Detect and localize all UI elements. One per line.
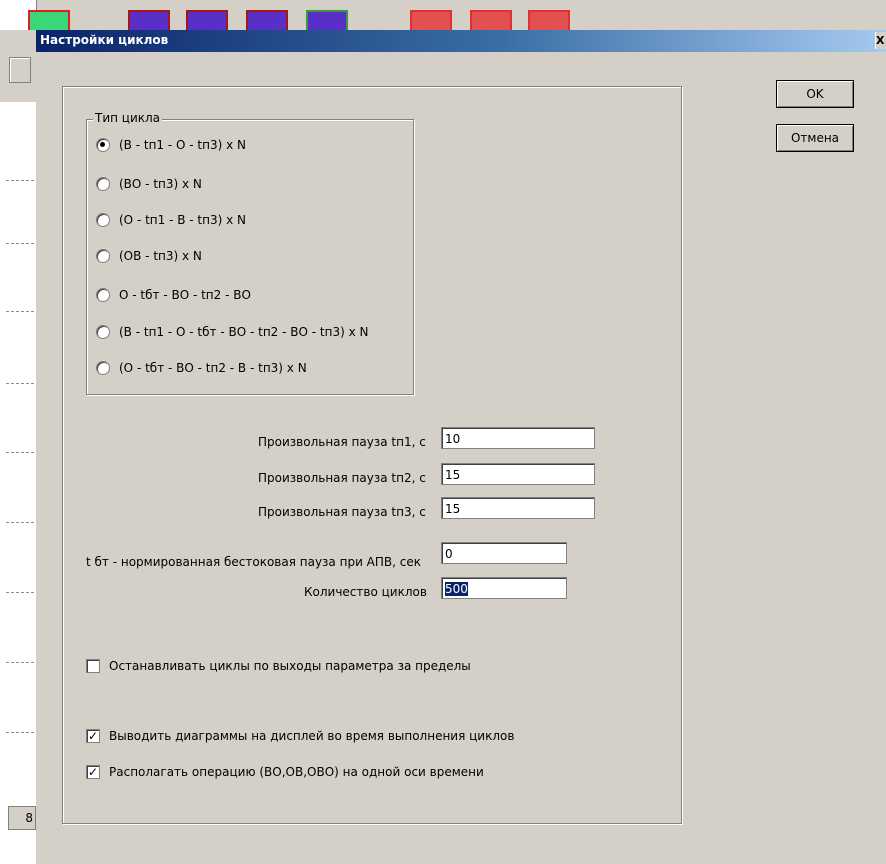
cycle-count-input[interactable]: 500 — [441, 577, 567, 599]
cycle-type-option-label: (О - tп1 - В - tп3) х N — [119, 213, 246, 227]
cycle-count-label: Количество циклов — [304, 585, 427, 599]
close-icon[interactable]: X — [875, 32, 886, 49]
cycle-type-option-3[interactable]: (О - tп1 - В - tп3) х N — [96, 211, 246, 229]
cycle-type-option-7[interactable]: (О - tбт - ВО - tп2 - В - tп3) х N — [96, 359, 307, 377]
pause1-label: Произвольная пауза tп1, с — [258, 435, 426, 449]
single-time-axis-label: Располагать операцию (ВО,ОВ,ОВО) на одно… — [109, 765, 484, 779]
pause2-input[interactable]: 15 — [441, 463, 595, 485]
cycle-type-option-label: (В - tп1 - О - tбт - ВО - tп2 - ВО - tп3… — [119, 325, 369, 339]
dialog-titlebar[interactable]: Настройки циклов X — [36, 30, 886, 52]
grid-line — [6, 243, 34, 244]
grid-line — [6, 383, 34, 384]
checkbox-unchecked-icon[interactable] — [86, 659, 100, 673]
toolbar-red-button-3[interactable] — [528, 10, 570, 30]
grid-line — [6, 522, 34, 523]
cycle-type-option-label: (ОВ - tп3) х N — [119, 249, 202, 263]
radio-icon[interactable] — [96, 213, 110, 227]
radio-selected-icon[interactable] — [96, 138, 110, 152]
pause3-label: Произвольная пауза tп3, с — [258, 505, 426, 519]
grid-line — [6, 732, 34, 733]
cycle-type-option-6[interactable]: (В - tп1 - О - tбт - ВО - tп2 - ВО - tп3… — [96, 323, 368, 341]
cycle-type-label: Тип цикла — [93, 111, 163, 125]
cycle-type-option-label: О - tбт - ВО - tп2 - ВО — [119, 288, 251, 302]
show-diagrams-label: Выводить диаграммы на дисплей во время в… — [109, 729, 515, 743]
stop-on-limit-checkbox-row[interactable]: Останавливать циклы по выходы параметра … — [86, 657, 471, 675]
cycle-type-option-4[interactable]: (ОВ - tп3) х N — [96, 247, 202, 265]
cycle-type-option-1[interactable]: (В - tп1 - О - tп3) х N — [96, 136, 246, 154]
cycle-type-option-2[interactable]: (ВО - tп3) х N — [96, 175, 202, 193]
toolbar-green-button[interactable] — [28, 10, 70, 30]
dialog-title: Настройки циклов — [40, 33, 169, 47]
show-diagrams-checkbox-row[interactable]: ✓ Выводить диаграммы на дисплей во время… — [86, 727, 514, 745]
toolbar-teal-button[interactable] — [306, 10, 348, 30]
single-time-axis-checkbox-row[interactable]: ✓ Располагать операцию (ВО,ОВ,ОВО) на од… — [86, 763, 484, 781]
dead-pause-label: t бт - нормированная бестоковая пауза пр… — [86, 555, 421, 569]
radio-icon[interactable] — [96, 288, 110, 302]
checkbox-checked-icon[interactable]: ✓ — [86, 729, 100, 743]
app-small-frame — [9, 57, 31, 83]
pause3-input[interactable]: 15 — [441, 497, 595, 519]
cycle-type-option-label: (О - tбт - ВО - tп2 - В - tп3) х N — [119, 361, 307, 375]
cycle-type-option-label: (В - tп1 - О - tп3) х N — [119, 138, 246, 152]
grid-line — [6, 452, 34, 453]
cycle-count-value: 500 — [445, 582, 468, 596]
toolbar-purple-button-1[interactable] — [128, 10, 170, 30]
stop-on-limit-label: Останавливать циклы по выходы параметра … — [109, 659, 471, 673]
radio-icon[interactable] — [96, 249, 110, 263]
radio-icon[interactable] — [96, 361, 110, 375]
cycle-type-option-label: (ВО - tп3) х N — [119, 177, 202, 191]
dead-pause-input[interactable]: 0 — [441, 542, 567, 564]
cancel-button[interactable]: Отмена — [776, 124, 854, 152]
app-bottom-tab-label: 8 — [25, 811, 33, 825]
grid-line — [6, 592, 34, 593]
cycle-settings-dialog: Настройки циклов X OK Отмена Тип цикла (… — [36, 30, 886, 864]
toolbar-purple-button-2[interactable] — [186, 10, 228, 30]
grid-line — [6, 311, 34, 312]
pause1-input[interactable]: 10 — [441, 427, 595, 449]
cycle-type-option-5[interactable]: О - tбт - ВО - tп2 - ВО — [96, 286, 251, 304]
checkbox-checked-icon[interactable]: ✓ — [86, 765, 100, 779]
radio-icon[interactable] — [96, 325, 110, 339]
toolbar-red-button-1[interactable] — [410, 10, 452, 30]
grid-line — [6, 662, 34, 663]
toolbar-red-button-2[interactable] — [470, 10, 512, 30]
radio-icon[interactable] — [96, 177, 110, 191]
ok-button[interactable]: OK — [776, 80, 854, 108]
toolbar-purple-button-3[interactable] — [246, 10, 288, 30]
grid-line — [6, 180, 34, 181]
pause2-label: Произвольная пауза tп2, с — [258, 471, 426, 485]
app-left-panel — [0, 0, 37, 864]
app-bottom-tab[interactable]: 8 — [8, 806, 36, 830]
